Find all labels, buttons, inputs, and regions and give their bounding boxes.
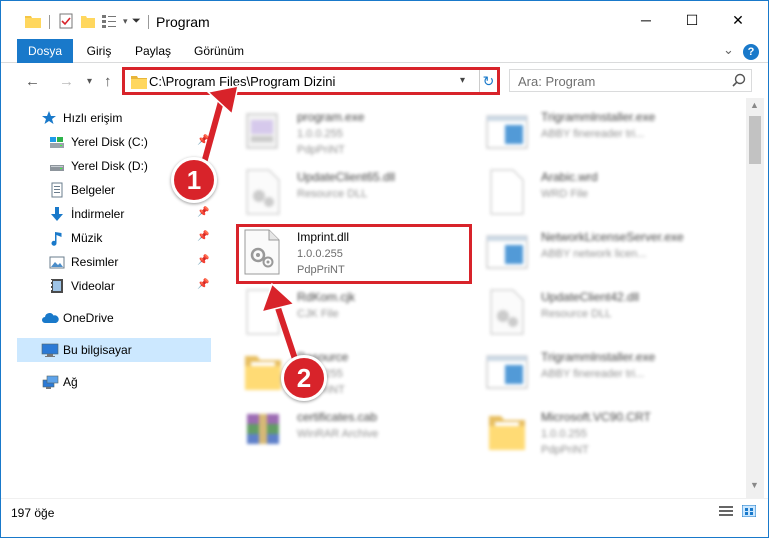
- arrow-2-shaft: [275, 307, 299, 363]
- step-1-badge: 1: [171, 157, 217, 203]
- annotation-arrows: [201, 85, 299, 363]
- arrow-2-head: [260, 282, 296, 314]
- arrow-1-head: [206, 85, 239, 116]
- arrow-1-shaft: [201, 97, 225, 164]
- step-2-badge: 2: [281, 355, 327, 401]
